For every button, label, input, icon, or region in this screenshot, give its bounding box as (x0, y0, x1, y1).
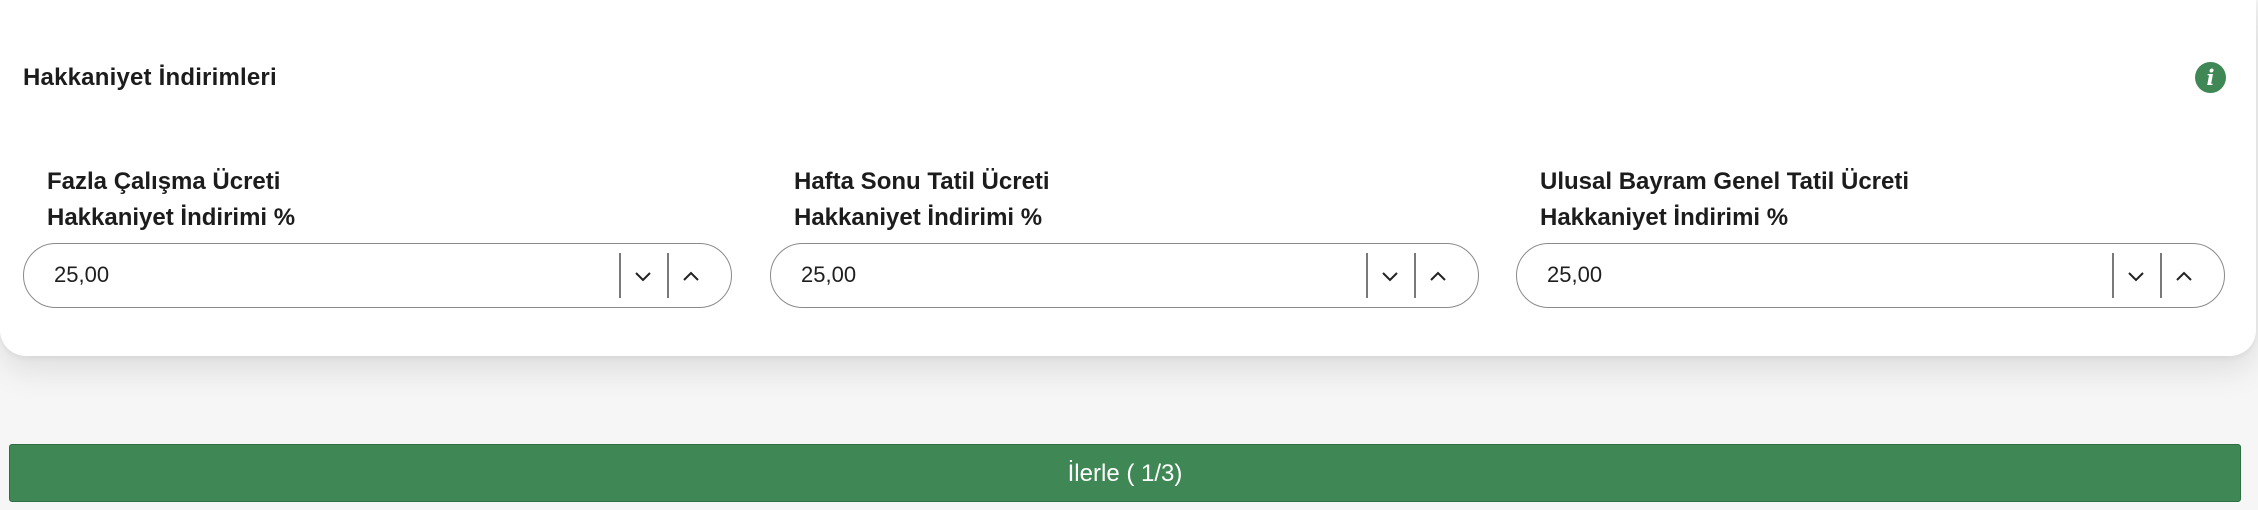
decrement-button[interactable] (2113, 252, 2159, 299)
field-label-line1: Fazla Çalışma Ücreti (47, 168, 281, 195)
chevron-down-icon (635, 271, 651, 281)
increment-button[interactable] (668, 252, 714, 299)
chevron-down-icon (1382, 271, 1398, 281)
field-label: Ulusal Bayram Genel Tatil Ücreti Hakkani… (1540, 164, 1909, 236)
field-label-line2: Hakkaniyet İndirimi % (47, 204, 296, 231)
field-label-line2: Hakkaniyet İndirimi % (794, 204, 1043, 231)
field-label: Hafta Sonu Tatil Ücreti Hakkaniyet İndir… (794, 164, 1050, 236)
weekend-discount-stepper[interactable]: 25,00 (770, 243, 1479, 308)
decrement-button[interactable] (620, 252, 666, 299)
chevron-down-icon (2128, 271, 2144, 281)
info-icon[interactable]: i (2195, 62, 2226, 93)
stepper-value[interactable]: 25,00 (54, 244, 109, 306)
section-title: Hakkaniyet İndirimleri (23, 64, 277, 91)
field-label: Fazla Çalışma Ücreti Hakkaniyet İndirimi… (47, 164, 295, 236)
chevron-up-icon (1430, 271, 1446, 281)
increment-button[interactable] (2161, 252, 2207, 299)
stepper-value[interactable]: 25,00 (1547, 244, 1602, 306)
field-label-line2: Hakkaniyet İndirimi % (1540, 204, 1789, 231)
increment-button[interactable] (1415, 252, 1461, 299)
chevron-up-icon (2176, 271, 2192, 281)
chevron-up-icon (683, 271, 699, 281)
discount-card: Hakkaniyet İndirimleri i Fazla Çalışma Ü… (0, 0, 2256, 356)
holiday-discount-stepper[interactable]: 25,00 (1516, 243, 2225, 308)
field-label-line1: Hafta Sonu Tatil Ücreti (794, 168, 1050, 195)
overtime-discount-stepper[interactable]: 25,00 (23, 243, 732, 308)
next-button[interactable]: İlerle ( 1/3) (9, 444, 2241, 502)
decrement-button[interactable] (1367, 252, 1413, 299)
field-label-line1: Ulusal Bayram Genel Tatil Ücreti (1540, 168, 1910, 195)
stepper-value[interactable]: 25,00 (801, 244, 856, 306)
